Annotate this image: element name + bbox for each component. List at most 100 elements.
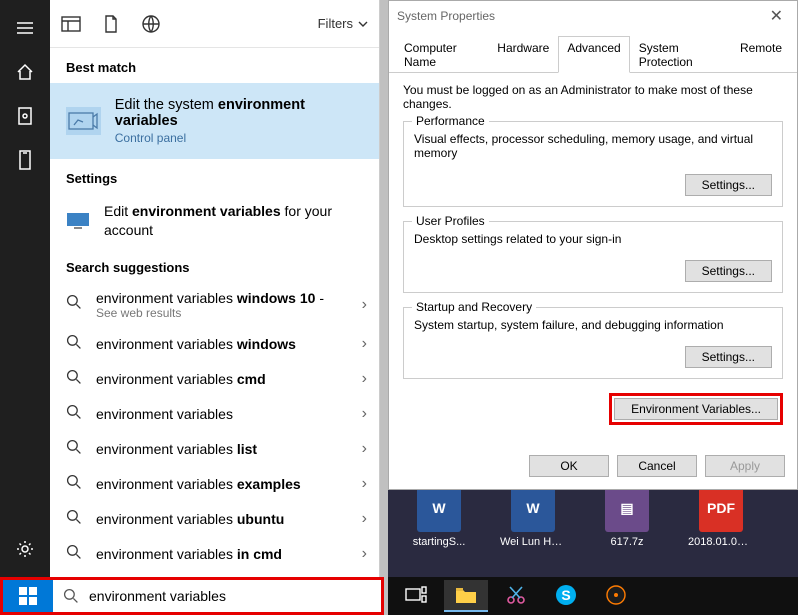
search-bar-highlight [0,577,384,615]
suggestion-text: environment variables examples [96,476,350,492]
task-view-button[interactable] [394,580,438,612]
apply-button[interactable]: Apply [705,455,785,477]
file-explorer-taskbar-icon[interactable] [444,580,488,612]
suggestion-item[interactable]: environment variables › [50,397,379,432]
home-icon[interactable] [0,50,50,94]
cortana-search-panel: Filters Best match Edit the system envir… [50,0,380,577]
menu-icon[interactable] [0,6,50,50]
web-scope-icon[interactable] [140,13,162,35]
chevron-right-icon: › [362,335,367,353]
best-match-subtitle: Control panel [115,131,363,145]
search-icon [63,588,79,604]
tab-hardware[interactable]: Hardware [488,36,558,73]
suggestion-item[interactable]: environment variables cmd› [50,362,379,397]
tab-advanced[interactable]: Advanced [558,36,629,73]
suggestion-item[interactable]: environment variables examples › [50,467,379,502]
group-performance: PerformanceVisual effects, processor sch… [403,121,783,207]
dialog-title: System Properties [397,9,495,23]
taskbar[interactable]: S [388,577,798,615]
apps-scope-icon[interactable] [60,13,82,35]
search-icon [66,294,84,315]
settings-result-text: Edit environment variables for your acco… [104,202,363,240]
desktop-icons-area[interactable]: WstartingS...WWei Lun Huang P...▤617.7zP… [388,478,798,578]
system-properties-dialog: System Properties ✕ Computer NameHardwar… [388,0,798,490]
filters-dropdown[interactable]: Filters [318,16,369,31]
suggestion-text: environment variables in cmd [96,546,350,562]
desktop-file[interactable]: WstartingS... [406,484,472,572]
search-icon [66,509,84,530]
cortana-side-rail [0,0,50,615]
suggestion-text: environment variables ubuntu [96,511,350,527]
close-icon[interactable]: ✕ [764,6,789,26]
group-legend: Startup and Recovery [412,300,536,314]
settings-button[interactable]: Settings... [685,260,772,282]
search-icon [66,334,84,355]
suggestion-item[interactable]: environment variables windows 10 -See we… [50,283,379,327]
search-icon [66,439,84,460]
search-input[interactable] [89,588,371,604]
group-legend: User Profiles [412,214,489,228]
start-button[interactable] [3,580,53,612]
admin-note: You must be logged on as an Administrato… [403,83,783,111]
desktop-file[interactable]: ▤617.7z [594,484,660,572]
dialog-titlebar[interactable]: System Properties ✕ [389,1,797,31]
notebook-icon[interactable] [0,94,50,138]
documents-scope-icon[interactable] [100,13,122,35]
group-description: System startup, system failure, and debu… [414,318,772,332]
chevron-right-icon: › [362,475,367,493]
best-match-heading: Best match [50,48,379,83]
tab-computer-name[interactable]: Computer Name [395,36,488,73]
media-taskbar-icon[interactable] [594,580,638,612]
settings-button[interactable]: Settings... [685,346,772,368]
suggestion-item[interactable]: environment variables windows › [50,327,379,362]
environment-variables-button[interactable]: Environment Variables... [614,398,778,420]
word-icon: W [417,484,461,532]
settings-result[interactable]: Edit environment variables for your acco… [50,194,379,248]
suggestion-item[interactable]: environment variables in cmd › [50,537,379,572]
word-icon: W [511,484,555,532]
search-input-container[interactable] [53,580,381,612]
skype-taskbar-icon[interactable]: S [544,580,588,612]
chevron-right-icon: › [362,440,367,458]
windows-logo-icon [18,586,38,606]
best-match-result[interactable]: Edit the system environment variables Co… [50,83,379,159]
search-icon [66,474,84,495]
suggestion-text: environment variables windows 10 -See we… [96,290,350,320]
search-toolbar: Filters [50,0,379,48]
ok-button[interactable]: OK [529,455,609,477]
suggestion-item[interactable]: environment variables list› [50,432,379,467]
env-var-button-highlight: Environment Variables... [609,393,783,425]
suggestion-item[interactable]: environment variables ubuntu › [50,502,379,537]
chevron-right-icon: › [362,370,367,388]
chevron-right-icon: › [362,405,367,423]
tab-remote[interactable]: Remote [731,36,791,73]
filters-label: Filters [318,16,353,31]
file-name: 2018.01.07 anchorinn... [688,536,754,548]
cancel-button[interactable]: Cancel [617,455,697,477]
file-name: startingS... [406,536,472,548]
monitor-icon [66,211,90,231]
settings-button[interactable]: Settings... [685,174,772,196]
chevron-right-icon: › [362,510,367,528]
chevron-right-icon: › [362,296,367,314]
suggestion-text: environment variables [96,406,350,422]
search-icon [66,544,84,565]
group-description: Desktop settings related to your sign-in [414,232,772,246]
desktop-file[interactable]: PDF 2018.01.07 anchorinn... [688,484,754,572]
group-legend: Performance [412,114,489,128]
group-description: Visual effects, processor scheduling, me… [414,132,772,160]
settings-heading: Settings [50,159,379,194]
archive-icon: ▤ [605,484,649,532]
chevron-right-icon: › [362,545,367,563]
tab-system-protection[interactable]: System Protection [630,36,731,73]
desktop-file[interactable]: W Wei Lun Huang P... [500,484,566,572]
snipping-tool-taskbar-icon[interactable] [494,580,538,612]
device-icon[interactable] [0,138,50,182]
chevron-down-icon [357,18,369,30]
suggestion-text: environment variables windows [96,336,350,352]
pdf-icon: PDF [699,484,743,532]
file-name: Wei Lun Huang P... [500,536,566,548]
svg-text:S: S [561,587,570,603]
settings-gear-icon[interactable] [0,527,50,571]
search-icon [66,404,84,425]
